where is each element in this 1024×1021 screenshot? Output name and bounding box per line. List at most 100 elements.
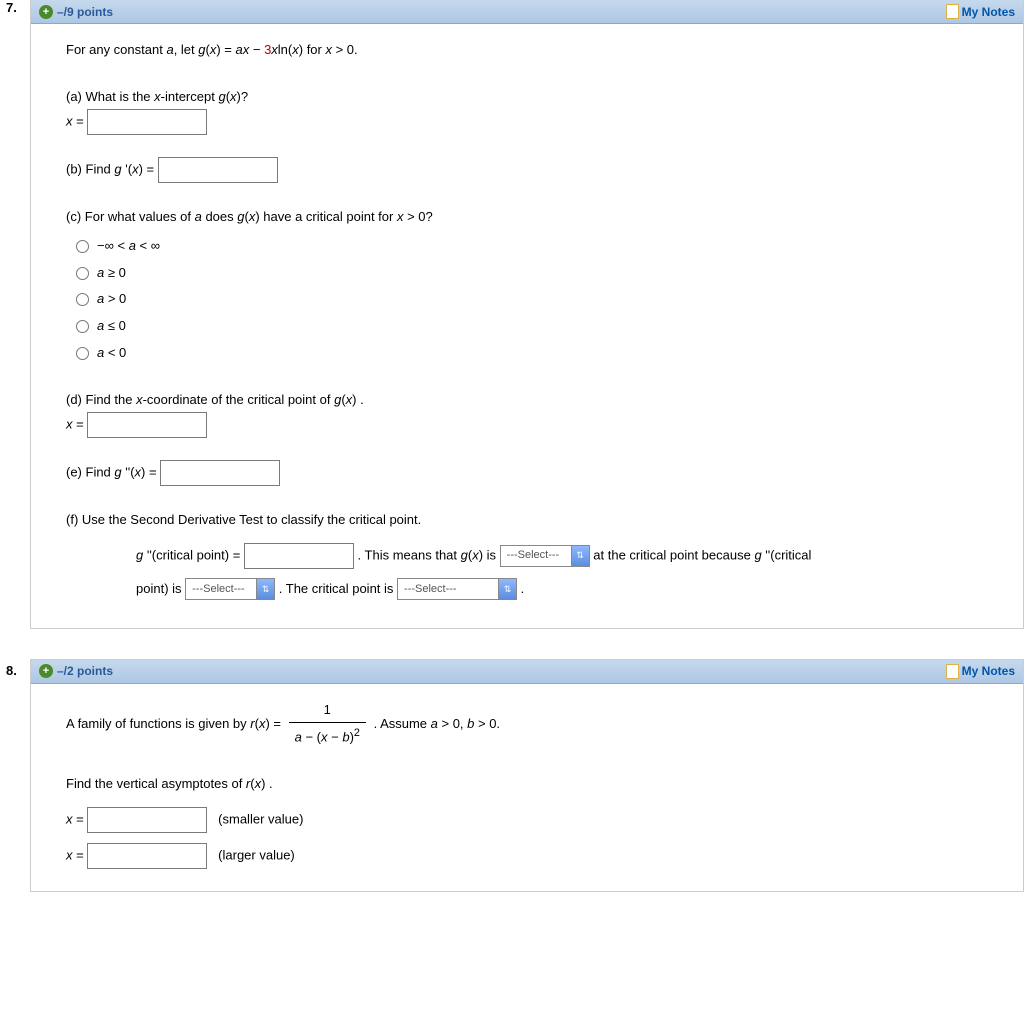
- text: ln(: [278, 42, 292, 57]
- text: =: [73, 417, 88, 432]
- text: , let: [174, 42, 199, 57]
- label: a > 0: [97, 287, 126, 312]
- notes-icon: [946, 664, 959, 679]
- var-g: g: [237, 209, 244, 224]
- label: a < 0: [97, 341, 126, 366]
- input-7d[interactable]: [87, 412, 207, 438]
- my-notes-link[interactable]: My Notes: [962, 5, 1015, 19]
- var-a: a: [166, 42, 173, 57]
- fraction: 1 a − (x − b)2: [289, 698, 366, 751]
- q8-intro: A family of functions is given by r(x) =…: [66, 698, 1003, 751]
- note: (larger value): [218, 847, 295, 862]
- text: > 0?: [403, 209, 432, 224]
- text: (e) Find: [66, 465, 114, 480]
- text: > 0.: [332, 42, 358, 57]
- label: −∞ < a < ∞: [97, 234, 160, 259]
- q7-part-a: (a) What is the x-intercept g(x)? x =: [66, 85, 1003, 136]
- q8-find: Find the vertical asymptotes of r(x) .: [66, 772, 1003, 797]
- text: For any constant: [66, 42, 166, 57]
- text: ) for: [299, 42, 326, 57]
- q7-part-d: (d) Find the x-coordinate of the critica…: [66, 388, 1003, 439]
- input-7e[interactable]: [160, 460, 280, 486]
- text: (d) Find the: [66, 392, 136, 407]
- var-g: g: [218, 89, 225, 104]
- question-body-8: A family of functions is given by r(x) =…: [31, 684, 1023, 891]
- text: -intercept: [161, 89, 219, 104]
- text: point) is: [136, 581, 185, 596]
- label: a ≤ 0: [97, 314, 126, 339]
- notes-icon: [946, 4, 959, 19]
- var-g: g: [114, 465, 125, 480]
- radio-7c-2[interactable]: [76, 267, 89, 280]
- var-a: a: [195, 209, 202, 224]
- text: . The critical point is: [279, 581, 397, 596]
- question-header-8: + –/2 points My Notes: [31, 660, 1023, 684]
- expand-icon[interactable]: +: [39, 5, 53, 19]
- radio-7c-5[interactable]: [76, 347, 89, 360]
- text: Find the vertical asymptotes of: [66, 776, 246, 791]
- text: > 0.: [474, 715, 500, 730]
- var-a: a: [236, 42, 243, 57]
- var-g: g: [461, 547, 468, 562]
- text: (a) What is the: [66, 89, 154, 104]
- var-g: g: [754, 547, 765, 562]
- text: does: [202, 209, 237, 224]
- var-a: a: [431, 715, 438, 730]
- var-g: g: [114, 162, 125, 177]
- text: )?: [237, 89, 249, 104]
- text: (f) Use the Second Derivative Test to cl…: [66, 508, 1003, 533]
- input-8-smaller[interactable]: [87, 807, 207, 833]
- var-g: g: [136, 547, 147, 562]
- text: ) =: [139, 162, 158, 177]
- denominator: a − (x − b)2: [289, 723, 366, 750]
- radio-7c-4[interactable]: [76, 320, 89, 333]
- expand-icon[interactable]: +: [39, 664, 53, 678]
- numerator: 1: [289, 698, 366, 724]
- select-7f-2[interactable]: ---Select---⇅: [185, 578, 275, 600]
- input-7b[interactable]: [158, 157, 278, 183]
- text: A family of functions is given by: [66, 715, 250, 730]
- radio-7c-1[interactable]: [76, 240, 89, 253]
- radio-7c-3[interactable]: [76, 293, 89, 306]
- q7-part-b: (b) Find g '(x) =: [66, 157, 1003, 183]
- chevron-updown-icon: ⇅: [571, 546, 589, 566]
- q8-answer-1: x = (smaller value): [66, 807, 1003, 833]
- text: ) .: [352, 392, 364, 407]
- select-7f-1[interactable]: ---Select---⇅: [500, 545, 590, 567]
- q8-answer-2: x = (larger value): [66, 843, 1003, 869]
- chevron-updown-icon: ⇅: [256, 579, 274, 599]
- question-body-7: For any constant a, let g(x) = ax − 3xln…: [31, 24, 1023, 628]
- var-g: g: [198, 42, 205, 57]
- label: a ≥ 0: [97, 261, 126, 286]
- text: =: [73, 811, 88, 826]
- text: =: [73, 847, 88, 862]
- select-text: ---Select---: [398, 579, 498, 599]
- text: ) =: [216, 42, 235, 57]
- question-7: + –/9 points My Notes For any constant a…: [30, 0, 1024, 629]
- select-text: ---Select---: [501, 546, 571, 566]
- q7-part-c: (c) For what values of a does g(x) have …: [66, 205, 1003, 365]
- input-8-larger[interactable]: [87, 843, 207, 869]
- text: (b) Find: [66, 162, 114, 177]
- text: ) .: [261, 776, 273, 791]
- question-number-7: 7.: [0, 0, 30, 15]
- input-7a[interactable]: [87, 109, 207, 135]
- question-8: + –/2 points My Notes A family of functi…: [30, 659, 1024, 892]
- question-number-8: 8.: [0, 659, 30, 678]
- note: (smaller value): [218, 811, 303, 826]
- text: . This means that: [358, 547, 461, 562]
- question-header-7: + –/9 points My Notes: [31, 0, 1023, 24]
- my-notes-link[interactable]: My Notes: [962, 664, 1015, 678]
- text: =: [73, 114, 88, 129]
- select-text: ---Select---: [186, 579, 256, 599]
- input-7f-value[interactable]: [244, 543, 354, 569]
- select-7f-3[interactable]: ---Select---⇅: [397, 578, 517, 600]
- points-label: –/2 points: [57, 664, 113, 678]
- text: > 0,: [438, 715, 467, 730]
- text: ''(: [125, 465, 134, 480]
- text: ) is: [479, 547, 500, 562]
- text: ) =: [265, 715, 284, 730]
- q7-intro: For any constant a, let g(x) = ax − 3xln…: [66, 38, 1003, 63]
- text: (c) For what values of: [66, 209, 195, 224]
- text: ) have a critical point for: [255, 209, 397, 224]
